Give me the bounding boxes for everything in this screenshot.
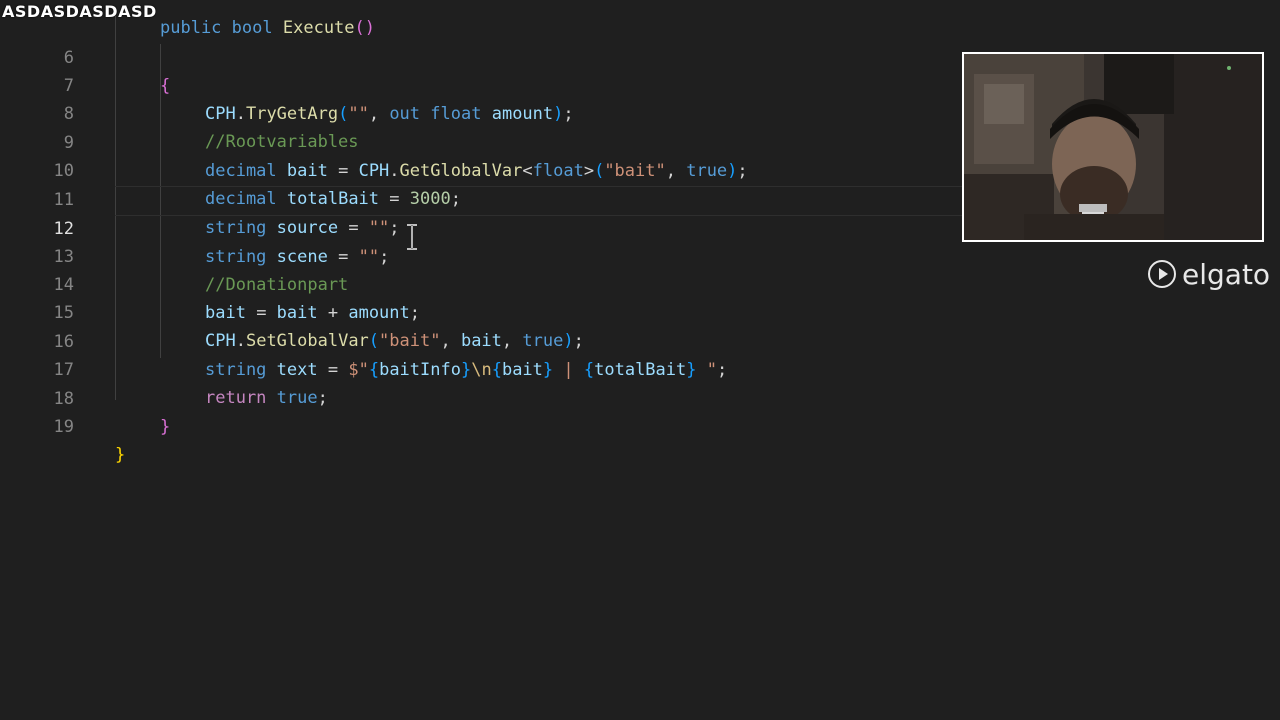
code-line[interactable]: 18 } — [0, 357, 960, 437]
code-line[interactable]: 14 bait = bait + amount; — [0, 243, 960, 323]
code-brace: } — [115, 445, 126, 465]
line-number: 19 — [53, 417, 74, 437]
code-line[interactable]: 13 //Donationpart — [0, 215, 960, 295]
webcam-feed-image — [964, 54, 1262, 240]
code-line-header: public bool Execute() — [0, 0, 960, 38]
code-line[interactable]: 11 string source = ""; — [0, 158, 960, 238]
code-line[interactable]: 9 decimal bait = CPH.GetGlobalVar<float>… — [0, 101, 960, 181]
line-number: 11 — [53, 190, 74, 210]
code-line[interactable]: 7 CPH.TryGetArg("", out float amount); — [0, 44, 960, 124]
code-line[interactable]: 15 CPH.SetGlobalVar("bait", bait, true); — [0, 271, 960, 351]
code-line[interactable]: 19 } — [0, 385, 960, 465]
code-line[interactable]: 10 decimal totalBait = 3000; — [0, 129, 960, 209]
code-line[interactable]: 16 string text = $"{baitInfo}\n{bait} | … — [0, 300, 960, 380]
code-brace: } — [160, 417, 171, 437]
brand-name: elgato — [1182, 257, 1271, 291]
code-line[interactable]: 6 { — [0, 16, 960, 96]
elgato-play-icon — [1148, 260, 1176, 288]
code-line-active[interactable]: 12 string scene = ""; — [54, 186, 1075, 267]
code-line[interactable]: 17 return true; — [0, 328, 960, 408]
code-line[interactable]: 8 //Rootvariables — [0, 72, 960, 152]
text-cursor-icon — [407, 224, 417, 250]
webcam-overlay — [962, 52, 1264, 242]
elgato-logo: elgato — [1148, 256, 1270, 292]
